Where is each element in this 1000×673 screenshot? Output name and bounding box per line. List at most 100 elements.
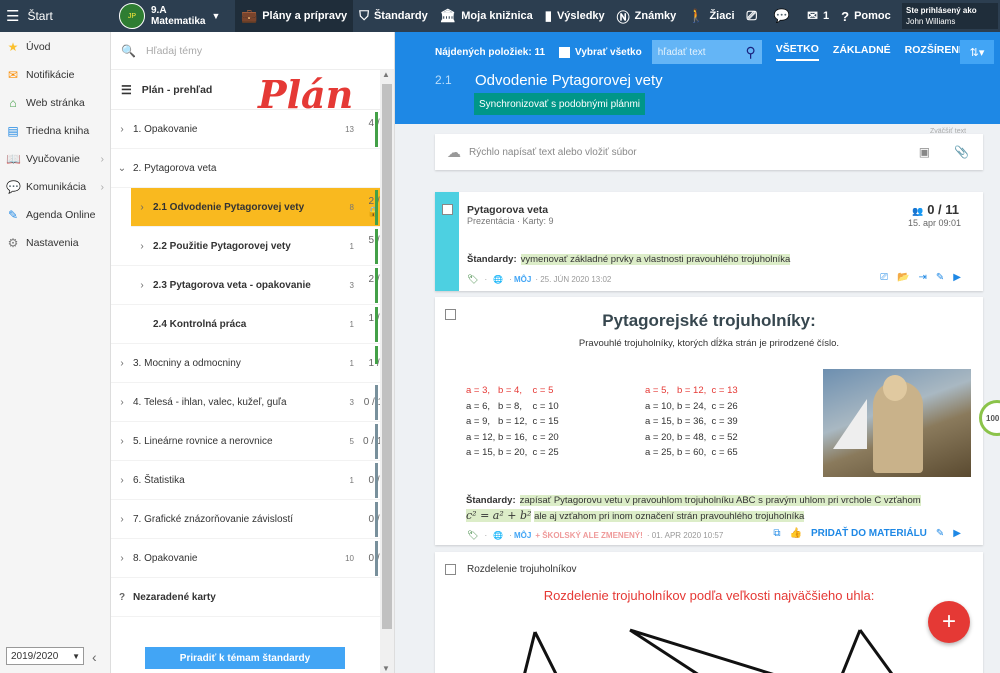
nav-chat[interactable]: 💬 xyxy=(768,0,801,32)
assign-standards-button[interactable]: Priradiť k témam štandardy xyxy=(145,647,345,669)
topic-row[interactable]: › 6. Štatistika 1 0 / 2 xyxy=(111,461,394,500)
leftnav-item-notifikacie[interactable]: ✉ Notifikácie xyxy=(0,61,110,89)
leftnav-item-komunikacia[interactable]: 💬 Komunikácia › xyxy=(0,173,110,201)
triples-right: a = 5, b = 12, c = 13 a = 10, b = 24, c … xyxy=(645,383,738,461)
image-icon[interactable]: ▣ xyxy=(919,145,930,159)
nav-results[interactable]: ▮ Výsledky xyxy=(539,0,611,32)
edit-icon[interactable]: ✎ xyxy=(936,528,944,539)
chevron-right-icon: › xyxy=(120,357,124,369)
attachment-icon[interactable]: 📎 xyxy=(954,145,969,159)
topic-search[interactable]: 🔍 Hľadaj témy xyxy=(111,32,394,70)
plan-annotation: Plán xyxy=(258,72,354,117)
content-panel: Nájdených položiek: 11 Vybrať všetko hľa… xyxy=(395,32,1000,673)
nav-cast[interactable]: ⎚ xyxy=(741,0,768,32)
triple: a = 20, b = 48, c = 52 xyxy=(645,431,738,443)
card-standard: Štandardy: zapísať Pytagorovu vetu v prav… xyxy=(466,493,946,524)
nav-help-label: Pomoc xyxy=(854,10,891,22)
card-title[interactable]: Pytagorova veta xyxy=(467,204,548,216)
chevron-right-icon: › xyxy=(120,552,124,564)
year-select[interactable]: 2019/2020 ▼ xyxy=(6,647,84,665)
tag-icon[interactable]: 🏷 xyxy=(467,274,478,285)
topic-row[interactable]: › 4. Telesá - ihlan, valec, kužeľ, guľa 3 0… xyxy=(111,383,394,422)
nav-plans[interactable]: 💼 Plány a prípravy xyxy=(235,0,354,32)
scrollbar-thumb[interactable] xyxy=(382,84,392,629)
start-label: Štart xyxy=(27,9,53,23)
user-box[interactable]: Ste prihlásený ako John Williams xyxy=(902,3,998,29)
topic-label: 6. Štatistika xyxy=(133,474,185,486)
nav-students[interactable]: 🚶 Žiaci xyxy=(682,0,740,32)
plan-scrollbar[interactable]: ▲ ▼ xyxy=(380,70,394,673)
topic-row[interactable]: › 7. Grafické znázorňovanie závislostí 0 /… xyxy=(111,500,394,539)
copy-icon[interactable]: ⧉ xyxy=(773,528,780,539)
card-meta-date: 25. JÚN 2020 13:02 xyxy=(540,275,612,284)
nav-standards-label: Štandardy xyxy=(373,10,428,22)
nav-standards[interactable]: ⛉ Štandardy xyxy=(353,0,434,32)
nav-mail[interactable]: ✉ 1 xyxy=(801,0,835,32)
card-triangle-classification[interactable]: Rozdelenie trojuholníkov Rozdelenie troj… xyxy=(435,552,983,673)
nav-grades[interactable]: Ⓝ Známky xyxy=(611,0,683,32)
topic-row[interactable]: › 3. Mocniny a odmocniny 1 1 / 2 xyxy=(111,344,394,383)
leftnav-item-triedna-kniha[interactable]: ▤ Triedna kniha xyxy=(0,117,110,145)
text-search-input[interactable]: hľadať text ⚲ xyxy=(651,40,762,64)
nav-help[interactable]: ? Pomoc xyxy=(835,0,897,32)
topic-row[interactable]: ⌄ 2. Pytagorova veta xyxy=(111,149,394,188)
triangles-drawing xyxy=(523,628,894,673)
topic-row[interactable]: 2.4 Kontrolná práca11 / 1✓ xyxy=(111,305,394,344)
class-selector[interactable]: JP 9.A Matematika ▼ xyxy=(111,0,235,32)
select-all-label[interactable]: Vybrať všetko xyxy=(575,47,642,58)
cast-icon[interactable]: ⎚ xyxy=(880,272,888,283)
tag-icon[interactable]: 🏷 xyxy=(467,530,478,541)
leftnav-item-vyucovanie[interactable]: 📖 Vyučovanie › xyxy=(0,145,110,173)
folder-icon[interactable]: 📂 xyxy=(897,272,909,283)
mail-icon: ✉ xyxy=(807,8,819,23)
owner-label: MÔJ xyxy=(513,275,532,284)
tab-basic[interactable]: ZÁKLADNÉ xyxy=(833,44,891,60)
quick-input[interactable]: ☁ Rýchlo napísať text alebo vložiť súbor… xyxy=(435,134,983,170)
topic-label: 3. Mocniny a odmocniny xyxy=(133,357,241,369)
search-icon[interactable]: ⚲ xyxy=(745,44,755,61)
card-pythagorean-triples[interactable]: Pytagorejské trojuholníky: Pravouhlé tro… xyxy=(435,297,983,545)
login-icon[interactable]: ⇥ xyxy=(919,272,927,283)
edit-icon[interactable]: ✎ xyxy=(936,272,944,283)
leftnav-item-nastavenia[interactable]: ⚙ Nastavenia xyxy=(0,229,110,257)
topic-count: 13 xyxy=(345,124,354,134)
play-icon[interactable]: ▶ xyxy=(953,528,961,539)
progress-bar xyxy=(375,424,378,459)
topic-row[interactable]: ›2.2 Použitie Pytagorovej vety15 / 5✓ xyxy=(111,227,394,266)
topic-row[interactable]: ›2.3 Pytagorova veta - opakovanie32 / 2✓ xyxy=(111,266,394,305)
nav-library[interactable]: 🏛 Moja knižnica xyxy=(434,0,539,32)
add-to-material-button[interactable]: PRIDAŤ DO MATERIÁLU xyxy=(811,528,927,539)
card-presentation[interactable]: Pytagorova veta Prezentácia · Karty: 9 👥… xyxy=(435,192,983,291)
hamburger-icon: ☰ xyxy=(6,8,20,25)
nav-students-label: Žiaci xyxy=(709,10,735,22)
tab-all[interactable]: VŠETKO xyxy=(775,43,819,61)
leftnav-item-web[interactable]: ⌂ Web stránka xyxy=(0,89,110,117)
card-checkbox[interactable] xyxy=(442,204,453,215)
leftnav-label: Agenda Online xyxy=(26,209,96,221)
leftnav-label: Nastavenia xyxy=(26,237,79,249)
tab-extended[interactable]: ROZŠÍRENÉ xyxy=(905,44,966,60)
card-actions: ⧉ 👍 PRIDAŤ DO MATERIÁLU ✎ ▶ xyxy=(773,528,961,539)
card-date: 15. apr 09:01 xyxy=(907,218,961,228)
leftnav-item-uvod[interactable]: ★ Úvod xyxy=(0,33,110,61)
topic-row[interactable]: ›5. Lineárne rovnice a nerovnice50 / 13 xyxy=(111,422,394,461)
sort-button[interactable]: ⇅▾ xyxy=(960,40,994,64)
sync-button[interactable]: Synchronizovať s podobnými plánmi xyxy=(474,93,645,115)
chat-icon: 💬 xyxy=(773,8,791,23)
topic-row-active[interactable]: ›2.1 Odvodenie Pytagorovej vety82 / 2🔒✓ xyxy=(131,188,394,227)
topic-label: 7. Grafické znázorňovanie závislostí xyxy=(133,513,294,525)
play-icon[interactable]: ▶ xyxy=(953,272,961,283)
chart-icon: ▮ xyxy=(544,8,552,23)
select-all-checkbox[interactable] xyxy=(559,46,571,58)
topic-row[interactable]: › 8. Opakovanie 10 0 / 1 xyxy=(111,539,394,578)
scroll-down-icon[interactable]: ▼ xyxy=(382,664,390,673)
collapse-icon[interactable]: ‹ xyxy=(92,649,97,665)
start-button[interactable]: ☰ Štart xyxy=(0,0,111,32)
triple: a = 3, b = 4, c = 5 xyxy=(466,385,554,396)
topic-count: 10 xyxy=(345,553,354,563)
scroll-up-icon[interactable]: ▲ xyxy=(382,70,390,79)
like-icon[interactable]: 👍 xyxy=(790,528,802,539)
leftnav-item-agenda[interactable]: ✎ Agenda Online xyxy=(0,201,110,229)
add-fab-button[interactable]: + xyxy=(928,601,970,643)
topic-row[interactable]: ? Nezaradené karty xyxy=(111,578,394,617)
